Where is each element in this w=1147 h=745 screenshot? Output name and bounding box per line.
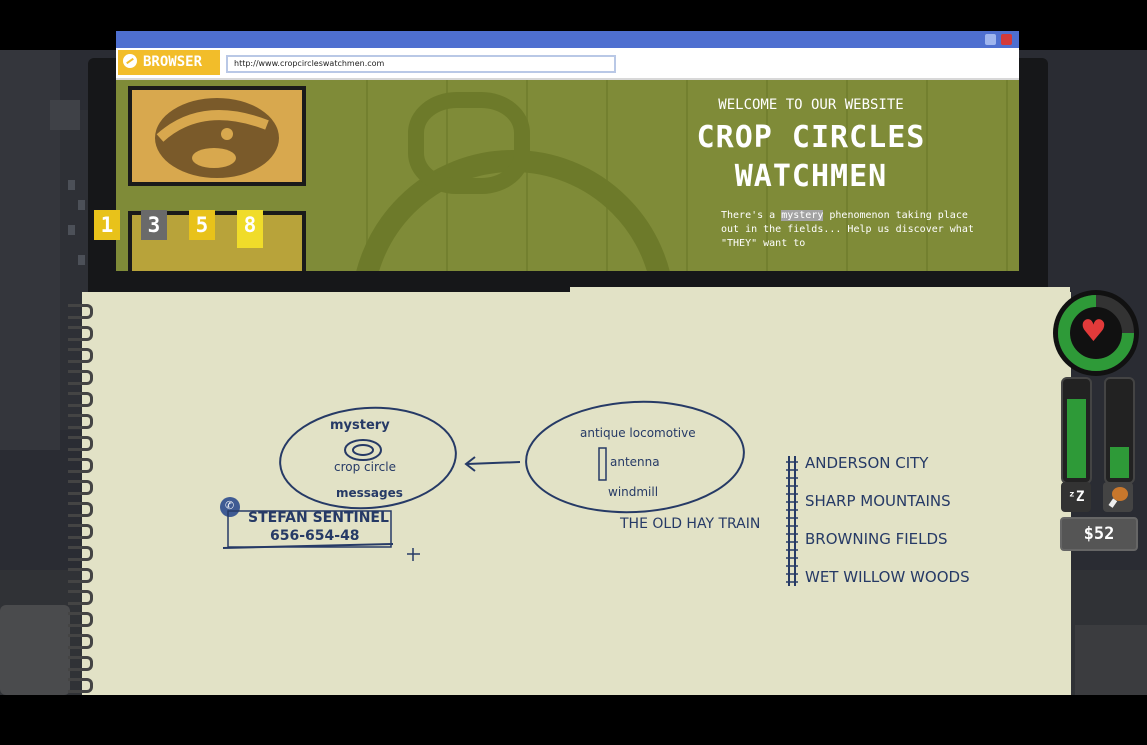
clue-antique-locomotive[interactable]: antique locomotive: [580, 426, 696, 440]
spiral-coil: [68, 348, 93, 363]
clue-the-old-hay-train[interactable]: THE OLD HAY TRAIN: [620, 516, 760, 532]
drumstick-icon: [1103, 482, 1133, 512]
address-bar[interactable]: http://www.cropcircleswatchmen.com: [226, 55, 616, 73]
site-intro-before: There's a: [721, 210, 782, 221]
spiral-coil: [68, 546, 93, 561]
hunger-bar: [1104, 377, 1135, 484]
clue-crop-circle[interactable]: crop circle: [334, 460, 396, 474]
spiral-coil: [68, 634, 93, 649]
notebook-page: mystery crop circle messages antique loc…: [82, 292, 1071, 695]
health-gauge: ♥: [1053, 290, 1139, 376]
spiral-coil: [68, 392, 93, 407]
background-window: [78, 200, 85, 210]
spiral-coil: [68, 458, 93, 473]
money-display: $52: [1060, 517, 1138, 551]
clue-word-mystery[interactable]: mystery: [781, 210, 824, 221]
spiral-coil: [68, 656, 93, 671]
phone-icon[interactable]: ✆: [225, 499, 234, 512]
site-title-line2: WATCHMEN: [734, 159, 888, 194]
heart-icon: ♥: [1080, 314, 1107, 349]
clue-antenna[interactable]: antenna: [610, 455, 660, 469]
browser-toolbar: BROWSER http://www.cropcircleswatchmen.c…: [116, 48, 1019, 80]
sleep-bar-fill: [1067, 399, 1086, 478]
spiral-coil: [68, 678, 93, 693]
site-welcome: WELCOME TO OUR WEBSITE: [718, 97, 904, 113]
spiral-coil: [68, 612, 93, 627]
spiral-coil: [68, 524, 93, 539]
notebook-tab-5[interactable]: 5: [189, 210, 215, 240]
spiral-coil: [68, 480, 93, 495]
crop-circle-pattern-knob: [408, 92, 530, 194]
site-title: CROP CIRCLES WATCHMEN: [656, 118, 966, 196]
spiral-coil: [68, 370, 93, 385]
clue-windmill[interactable]: windmill: [608, 485, 658, 499]
location-wet-willow-woods[interactable]: WET WILLOW WOODS: [805, 568, 970, 586]
keyboard: [1075, 625, 1147, 695]
site-title-line1: CROP CIRCLES: [696, 120, 926, 155]
spiral-coil: [68, 590, 93, 605]
notebook-tab-8[interactable]: 8: [237, 210, 263, 248]
location-anderson-city[interactable]: ANDERSON CITY: [805, 454, 928, 472]
zzz-icon: ᶻZ: [1061, 482, 1091, 512]
browser-titlebar: [116, 31, 1019, 48]
browser-logo-icon: [123, 54, 137, 68]
site-intro: There's a mystery phenomenon taking plac…: [721, 209, 981, 251]
background-window: [68, 180, 75, 190]
background-window: [78, 255, 85, 265]
browser-brand: BROWSER: [118, 50, 220, 75]
spiral-coil: [68, 436, 93, 451]
clue-mystery[interactable]: mystery: [330, 418, 390, 433]
notebook-tab-3[interactable]: 3: [141, 210, 167, 240]
minimize-button[interactable]: [985, 34, 996, 45]
drumstick-shape: [1108, 487, 1128, 508]
spiral-coil: [68, 414, 93, 429]
browser-name: BROWSER: [143, 54, 203, 70]
spiral-coil: [68, 326, 93, 341]
location-sharp-mountains[interactable]: SHARP MOUNTAINS: [805, 492, 951, 510]
contact-name[interactable]: STEFAN SENTINEL: [248, 510, 389, 526]
background-window: [68, 225, 75, 235]
spiral-coil: [68, 568, 93, 583]
location-browning-fields[interactable]: BROWNING FIELDS: [805, 530, 948, 548]
hunger-bar-fill: [1110, 447, 1129, 478]
clue-messages[interactable]: messages: [336, 486, 403, 500]
field-row: [1006, 80, 1008, 271]
notebook-spiral: [64, 300, 93, 695]
contact-phone[interactable]: 656-654-48: [270, 528, 360, 544]
sleep-bar: [1061, 377, 1092, 484]
crop-circle-photo[interactable]: [128, 86, 306, 186]
spiral-coil: [68, 502, 93, 517]
water-tower: [50, 100, 80, 130]
spiral-coil: [68, 304, 93, 319]
desk-phone: [0, 605, 70, 695]
close-button[interactable]: [1001, 34, 1012, 45]
notebook-tab-1[interactable]: 1: [94, 210, 120, 240]
crop-circle-photo-image: [155, 98, 279, 178]
